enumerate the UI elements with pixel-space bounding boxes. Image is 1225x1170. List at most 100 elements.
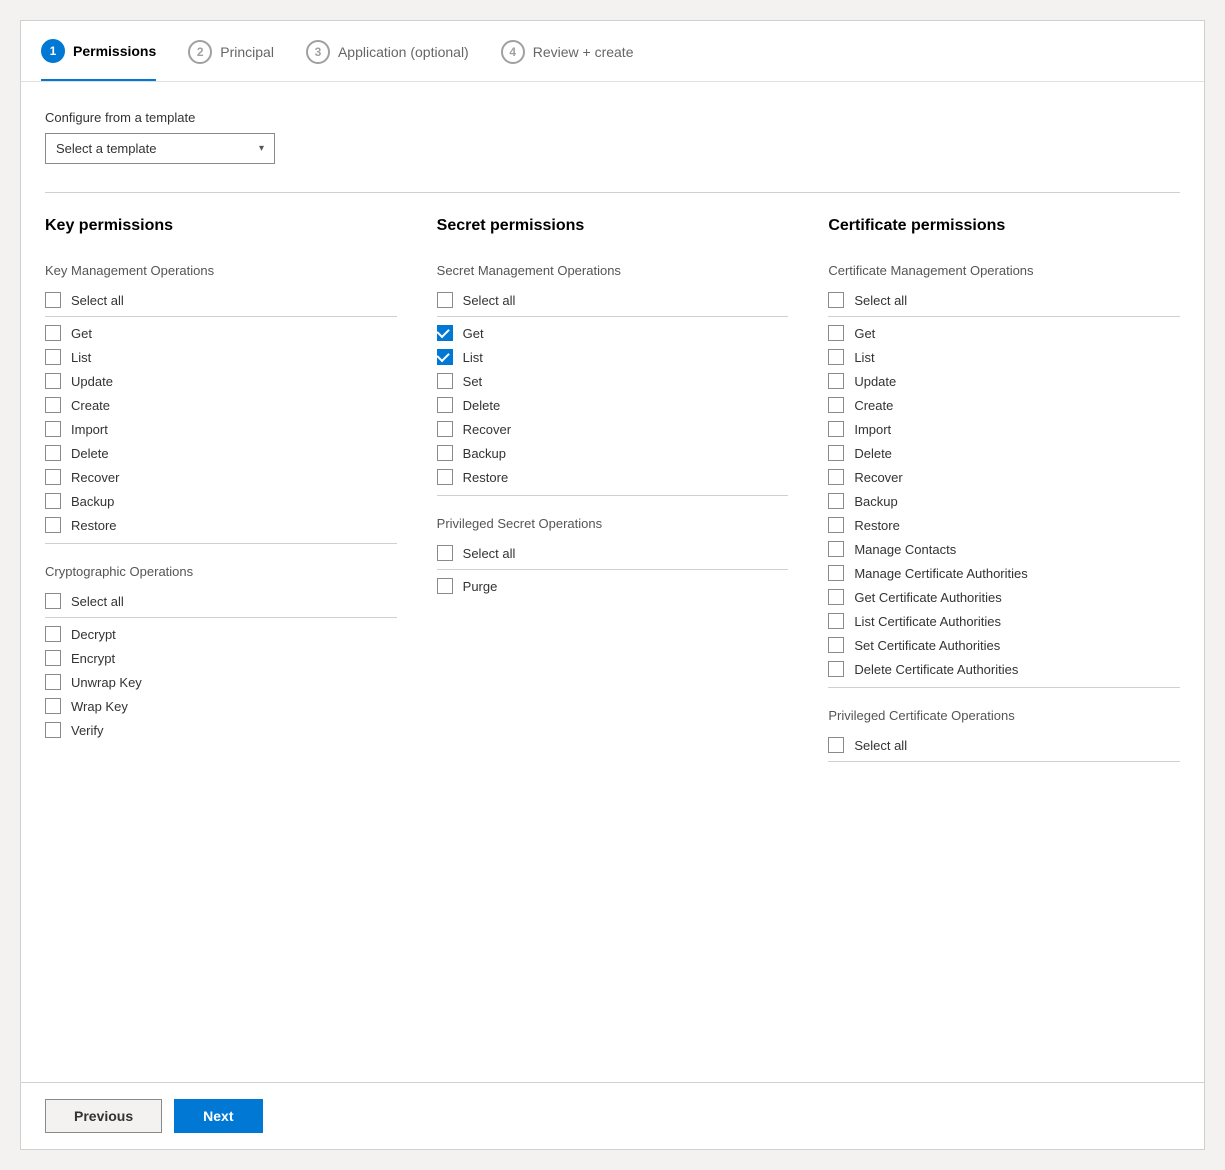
key-recover[interactable]: Recover [45,465,397,489]
cert-list-ca-cb[interactable] [828,613,844,629]
tab-principal[interactable]: 2 Principal [188,40,274,80]
cert-manage-contacts[interactable]: Manage Contacts [828,537,1180,561]
secret-restore-cb[interactable] [437,469,453,485]
cert-mgmt-select-all-cb[interactable] [828,292,844,308]
cert-recover[interactable]: Recover [828,465,1180,489]
key-decrypt-cb[interactable] [45,626,61,642]
cert-set-ca-cb[interactable] [828,637,844,653]
secret-purge[interactable]: Purge [437,574,789,598]
cert-import-cb[interactable] [828,421,844,437]
cert-manage-ca[interactable]: Manage Certificate Authorities [828,561,1180,585]
secret-list[interactable]: List [437,345,789,369]
priv-cert-select-all[interactable]: Select all [828,733,1180,762]
cert-delete-cb[interactable] [828,445,844,461]
key-encrypt[interactable]: Encrypt [45,646,397,670]
key-verify-cb[interactable] [45,722,61,738]
key-update[interactable]: Update [45,369,397,393]
template-label: Configure from a template [45,110,1180,125]
cert-list-cb[interactable] [828,349,844,365]
secret-recover[interactable]: Recover [437,417,789,441]
cert-update-cb[interactable] [828,373,844,389]
key-import-cb[interactable] [45,421,61,437]
secret-mgmt-select-all[interactable]: Select all [437,288,789,317]
tab-application-label: Application (optional) [338,44,469,60]
key-mgmt-select-all[interactable]: Select all [45,288,397,317]
key-encrypt-cb[interactable] [45,650,61,666]
cert-list-ca[interactable]: List Certificate Authorities [828,609,1180,633]
secret-restore[interactable]: Restore [437,465,789,496]
secret-recover-cb[interactable] [437,421,453,437]
cert-create[interactable]: Create [828,393,1180,417]
key-decrypt[interactable]: Decrypt [45,622,397,646]
cert-manage-contacts-cb[interactable] [828,541,844,557]
key-wrap-cb[interactable] [45,698,61,714]
key-mgmt-select-all-cb[interactable] [45,292,61,308]
cert-backup[interactable]: Backup [828,489,1180,513]
cert-get-cb[interactable] [828,325,844,341]
dropdown-arrow-icon: ▾ [259,143,264,154]
tab-application[interactable]: 3 Application (optional) [306,40,469,80]
cert-list[interactable]: List [828,345,1180,369]
key-mgmt-section-title: Key Management Operations [45,263,397,278]
crypto-select-all[interactable]: Select all [45,589,397,618]
cert-restore[interactable]: Restore [828,513,1180,537]
secret-backup-cb[interactable] [437,445,453,461]
cert-import[interactable]: Import [828,417,1180,441]
key-get[interactable]: Get [45,321,397,345]
key-update-cb[interactable] [45,373,61,389]
secret-set[interactable]: Set [437,369,789,393]
key-create-cb[interactable] [45,397,61,413]
key-list-cb[interactable] [45,349,61,365]
cert-get-ca-cb[interactable] [828,589,844,605]
cert-create-cb[interactable] [828,397,844,413]
crypto-select-all-cb[interactable] [45,593,61,609]
previous-button[interactable]: Previous [45,1099,162,1133]
cert-set-ca[interactable]: Set Certificate Authorities [828,633,1180,657]
secret-list-cb[interactable] [437,349,453,365]
cert-get[interactable]: Get [828,321,1180,345]
key-delete[interactable]: Delete [45,441,397,465]
cert-manage-ca-cb[interactable] [828,565,844,581]
crypto-select-all-label: Select all [71,594,124,609]
key-create[interactable]: Create [45,393,397,417]
secret-purge-cb[interactable] [437,578,453,594]
cert-update[interactable]: Update [828,369,1180,393]
cert-delete[interactable]: Delete [828,441,1180,465]
secret-mgmt-select-all-cb[interactable] [437,292,453,308]
key-verify[interactable]: Verify [45,718,397,742]
key-get-cb[interactable] [45,325,61,341]
key-backup[interactable]: Backup [45,489,397,513]
cert-delete-ca-cb[interactable] [828,661,844,677]
priv-cert-select-all-cb[interactable] [828,737,844,753]
key-list[interactable]: List [45,345,397,369]
key-import[interactable]: Import [45,417,397,441]
secret-set-cb[interactable] [437,373,453,389]
key-unwrap-cb[interactable] [45,674,61,690]
key-recover-cb[interactable] [45,469,61,485]
secret-get[interactable]: Get [437,321,789,345]
cert-mgmt-select-all[interactable]: Select all [828,288,1180,317]
cert-get-ca[interactable]: Get Certificate Authorities [828,585,1180,609]
template-dropdown[interactable]: Select a template ▾ [45,133,275,164]
secret-mgmt-section: Secret Management Operations Select all … [437,259,789,506]
key-unwrap[interactable]: Unwrap Key [45,670,397,694]
secret-get-cb[interactable] [437,325,453,341]
priv-secret-select-all-cb[interactable] [437,545,453,561]
key-wrap[interactable]: Wrap Key [45,694,397,718]
priv-secret-select-all[interactable]: Select all [437,541,789,570]
key-backup-cb[interactable] [45,493,61,509]
key-restore-cb[interactable] [45,517,61,533]
cert-backup-cb[interactable] [828,493,844,509]
key-restore[interactable]: Restore [45,513,397,544]
secret-backup[interactable]: Backup [437,441,789,465]
tab-permissions[interactable]: 1 Permissions [41,39,156,81]
cert-delete-ca[interactable]: Delete Certificate Authorities [828,657,1180,688]
cert-restore-cb[interactable] [828,517,844,533]
step-circle-2: 2 [188,40,212,64]
cert-recover-cb[interactable] [828,469,844,485]
next-button[interactable]: Next [174,1099,262,1133]
tab-review[interactable]: 4 Review + create [501,40,634,80]
key-delete-cb[interactable] [45,445,61,461]
secret-delete-cb[interactable] [437,397,453,413]
secret-delete[interactable]: Delete [437,393,789,417]
